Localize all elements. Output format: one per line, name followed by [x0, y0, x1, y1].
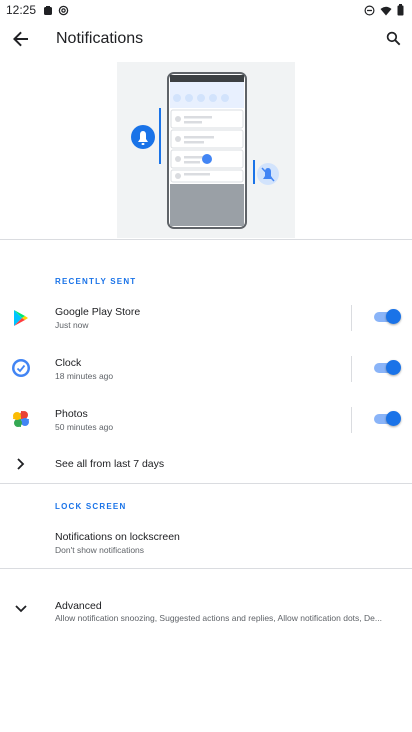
- clock-icon: [10, 357, 32, 379]
- play-store-toggle[interactable]: [374, 309, 401, 324]
- divider: [0, 239, 412, 240]
- battery-icon: [397, 3, 404, 21]
- status-right-icons: [364, 3, 404, 21]
- app-name: Google Play Store: [55, 306, 141, 318]
- divider: [0, 568, 412, 569]
- app-bar: Notifications: [0, 20, 412, 60]
- back-arrow-icon: [13, 31, 29, 52]
- app-name: Photos: [55, 408, 88, 420]
- search-icon: [386, 31, 401, 51]
- search-button[interactable]: [378, 26, 408, 56]
- recently-sent-header: RECENTLY SENT: [55, 277, 137, 286]
- media-icon: [43, 3, 53, 21]
- divider: [0, 483, 412, 484]
- app-time: Just now: [55, 320, 89, 330]
- app-time: 50 minutes ago: [55, 422, 114, 432]
- separator: [351, 305, 352, 331]
- dnd-icon: [364, 3, 375, 21]
- status-time: 12:25: [6, 3, 37, 17]
- notifications-illustration: [0, 62, 412, 238]
- photos-icon: [10, 408, 32, 430]
- advanced-title: Advanced: [55, 600, 102, 612]
- play-store-icon: [10, 307, 32, 329]
- lockscreen-title: Notifications on lockscreen: [55, 531, 180, 543]
- see-all-row[interactable]: See all from last 7 days: [0, 449, 412, 479]
- page-title: Notifications: [56, 30, 144, 47]
- advanced-subtitle: Allow notification snoozing, Suggested a…: [55, 613, 382, 623]
- see-all-label: See all from last 7 days: [55, 458, 165, 470]
- lockscreen-subtitle: Don't show notifications: [55, 545, 145, 555]
- back-button[interactable]: [6, 26, 36, 56]
- lockscreen-notifications-row[interactable]: Notifications on lockscreen Don't show n…: [0, 524, 412, 564]
- wifi-icon: [380, 3, 392, 21]
- at-sign-icon: [58, 3, 69, 21]
- lock-screen-header: LOCK SCREEN: [55, 502, 127, 511]
- separator: [351, 407, 352, 433]
- status-left-icons: [43, 3, 69, 21]
- app-name: Clock: [55, 357, 82, 369]
- clock-toggle[interactable]: [374, 360, 401, 375]
- app-row-play-store[interactable]: Google Play Store Just now: [0, 298, 412, 340]
- app-row-photos[interactable]: Photos 50 minutes ago: [0, 400, 412, 442]
- advanced-row[interactable]: Advanced Allow notification snoozing, Su…: [0, 592, 412, 628]
- separator: [351, 356, 352, 382]
- app-time: 18 minutes ago: [55, 371, 114, 381]
- chevron-right-icon: [10, 453, 32, 475]
- app-row-clock[interactable]: Clock 18 minutes ago: [0, 349, 412, 391]
- photos-toggle[interactable]: [374, 411, 401, 426]
- status-bar: 12:25: [0, 0, 412, 20]
- chevron-down-icon: [10, 598, 32, 620]
